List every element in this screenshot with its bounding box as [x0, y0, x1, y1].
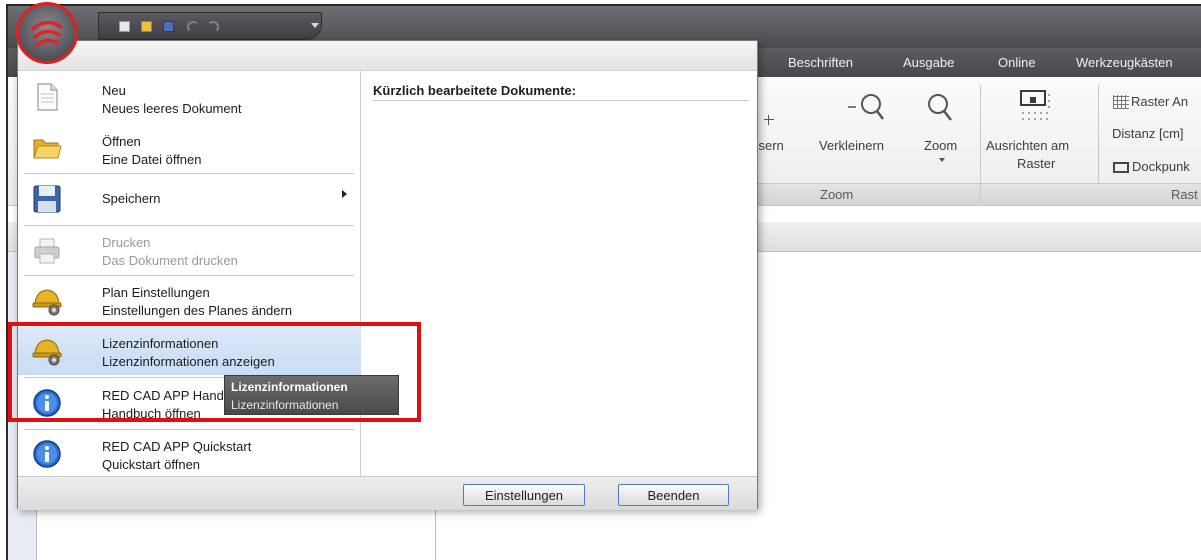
menu-item-title: Lizenzinformationen — [102, 336, 219, 351]
menu-item-save[interactable]: Speichern — [18, 175, 361, 223]
raster-group-bar: Rast — [981, 183, 1201, 205]
menu-footer: Einstellungen Beenden — [18, 476, 757, 510]
info-icon — [33, 389, 61, 417]
raster-group-label: Rast — [1171, 187, 1198, 202]
grid-align-label-line2[interactable]: Raster — [1017, 156, 1055, 171]
zoom-icon[interactable] — [924, 91, 956, 127]
zoom-dropdown-icon[interactable] — [939, 158, 945, 162]
menu-item-quickstart[interactable]: RED CAD APP Quickstart Quickstart öffnen — [18, 431, 361, 477]
menu-separator — [24, 429, 354, 430]
new-document-icon — [37, 83, 58, 111]
menu-item-subtitle: Neues leeres Dokument — [102, 101, 242, 116]
zoom-group-label: Zoom — [820, 187, 854, 202]
tooltip-text: Lizenzinformationen — [231, 398, 339, 412]
grid-on-label[interactable]: Raster An — [1131, 94, 1188, 109]
floppy-disk-icon — [33, 185, 61, 213]
grid-on-icon[interactable] — [1113, 95, 1129, 109]
recent-documents-panel: Kürzlich bearbeitete Dokumente: — [361, 71, 757, 476]
distance-label[interactable]: Distanz [cm] — [1112, 126, 1184, 141]
zoom-out-label[interactable]: Verkleinern — [819, 138, 884, 153]
menu-separator — [24, 173, 354, 174]
menu-item-title: Plan Einstellungen — [102, 285, 210, 300]
zoom-in-icon[interactable] — [764, 115, 774, 125]
menu-item-title: RED CAD APP Quickstart — [102, 439, 252, 454]
menu-separator — [24, 275, 354, 276]
info-icon — [33, 440, 61, 468]
application-menu: Neu Neues leeres Dokument Öffnen Eine Da… — [17, 40, 758, 510]
menu-header — [18, 41, 757, 71]
menu-item-print: Drucken Das Dokument drucken — [18, 228, 361, 274]
app-menu-button[interactable] — [16, 2, 78, 64]
menu-item-license-info[interactable]: Lizenzinformationen Lizenzinformationen … — [18, 327, 361, 375]
zoom-label[interactable]: Zoom — [924, 138, 957, 153]
red-cad-logo-icon — [31, 20, 63, 47]
menu-item-title: Neu — [102, 83, 126, 98]
recent-documents-title: Kürzlich bearbeitete Dokumente: — [373, 83, 576, 98]
open-folder-icon[interactable] — [141, 21, 152, 32]
submenu-arrow-icon — [342, 190, 347, 198]
grid-align-icon[interactable] — [1015, 87, 1055, 127]
menu-item-plan-settings[interactable]: Plan Einstellungen Einstellungen des Pla… — [18, 278, 361, 324]
menu-item-subtitle: Eine Datei öffnen — [102, 152, 202, 167]
redo-icon[interactable] — [207, 21, 219, 33]
menu-item-title: Öffnen — [102, 134, 141, 149]
tab-beschriften[interactable]: Beschriften — [788, 55, 853, 70]
qat-dropdown-icon[interactable] — [311, 23, 319, 28]
menu-item-new[interactable]: Neu Neues leeres Dokument — [18, 75, 361, 119]
undo-icon[interactable] — [187, 21, 199, 33]
hardhat-icon — [32, 339, 62, 366]
tooltip-title: Lizenzinformationen — [231, 380, 348, 394]
quick-access-toolbar — [98, 12, 322, 40]
dock-point-icon[interactable] — [1113, 162, 1129, 173]
dock-point-label[interactable]: Dockpunk — [1132, 159, 1190, 174]
menu-separator — [24, 225, 354, 226]
menu-item-title: Speichern — [102, 191, 161, 206]
save-icon[interactable] — [163, 21, 174, 32]
menu-item-subtitle: Lizenzinformationen anzeigen — [102, 354, 275, 369]
tab-ausgabe[interactable]: Ausgabe — [903, 55, 954, 70]
exit-button[interactable]: Beenden — [618, 484, 729, 506]
hardhat-icon — [32, 289, 62, 316]
tab-online[interactable]: Online — [998, 55, 1036, 70]
menu-item-subtitle: Einstellungen des Planes ändern — [102, 303, 293, 318]
menu-item-subtitle: Handbuch öffnen — [102, 406, 201, 421]
menu-item-subtitle: Quickstart öffnen — [102, 457, 201, 472]
settings-button[interactable]: Einstellungen — [463, 484, 585, 506]
zoom-group-bar: Zoom — [748, 183, 980, 205]
menu-item-subtitle: Das Dokument drucken — [102, 253, 238, 268]
menu-item-open[interactable]: Öffnen Eine Datei öffnen — [18, 126, 361, 170]
license-info-tooltip: Lizenzinformationen Lizenzinformationen — [224, 375, 399, 415]
zoom-out-icon[interactable] — [846, 91, 886, 127]
menu-item-title: Drucken — [102, 235, 151, 250]
new-file-icon[interactable] — [119, 21, 130, 32]
printer-icon — [34, 238, 60, 264]
folder-icon — [33, 139, 62, 159]
menu-command-list: Neu Neues leeres Dokument Öffnen Eine Da… — [18, 71, 361, 476]
recent-documents-divider — [373, 100, 749, 101]
grid-align-label-line1[interactable]: Ausrichten am — [986, 138, 1069, 153]
tab-werkzeugkaesten[interactable]: Werkzeugkästen — [1076, 55, 1173, 70]
